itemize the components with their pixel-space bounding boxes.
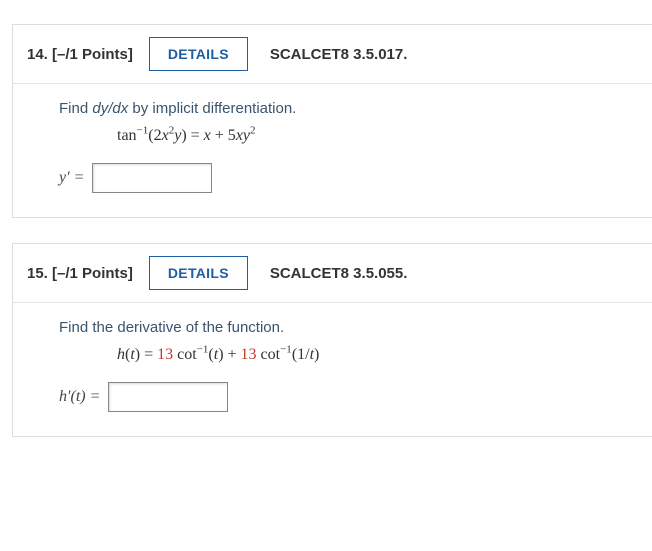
problem-formula: h(t) = 13 cot−1(t) + 13 cot−1(1/t) — [117, 346, 642, 364]
problem-body: Find dy/dx by implicit differentiation. … — [13, 84, 652, 217]
problem-header: 15. [–/1 Points] DETAILS SCALCET8 3.5.05… — [13, 244, 652, 303]
problem-number-points: 14. [–/1 Points] — [27, 46, 133, 63]
problem-body: Find the derivative of the function. h(t… — [13, 303, 652, 436]
details-button[interactable]: DETAILS — [149, 256, 248, 290]
problem-points: [–/1 Points] — [52, 46, 133, 63]
problem-number: 14. — [27, 46, 48, 63]
problem-number: 15. — [27, 265, 48, 282]
problem-points: [–/1 Points] — [52, 265, 133, 282]
problem-source: SCALCET8 3.5.017. — [270, 46, 408, 63]
answer-input[interactable] — [92, 163, 212, 193]
answer-row: y′ = — [59, 163, 642, 193]
answer-label: h′(t) = — [59, 388, 100, 406]
answer-label: y′ = — [59, 169, 84, 187]
problem-source: SCALCET8 3.5.055. — [270, 265, 408, 282]
problem-header: 14. [–/1 Points] DETAILS SCALCET8 3.5.01… — [13, 25, 652, 84]
prompt-prefix: Find — [59, 100, 92, 117]
answer-row: h′(t) = — [59, 382, 642, 412]
prompt-suffix: by implicit differentiation. — [128, 100, 296, 117]
problem-number-points: 15. [–/1 Points] — [27, 265, 133, 282]
problem-formula: tan−1(2x2y) = x + 5xy2 — [117, 127, 642, 145]
answer-input[interactable] — [108, 382, 228, 412]
prompt-prefix: Find the derivative of the function. — [59, 319, 284, 336]
details-button[interactable]: DETAILS — [149, 37, 248, 71]
problem-prompt: Find the derivative of the function. — [59, 319, 642, 336]
problem-15: 15. [–/1 Points] DETAILS SCALCET8 3.5.05… — [12, 243, 652, 437]
prompt-em: dy/dx — [92, 100, 128, 117]
problem-prompt: Find dy/dx by implicit differentiation. — [59, 100, 642, 117]
problem-14: 14. [–/1 Points] DETAILS SCALCET8 3.5.01… — [12, 24, 652, 218]
